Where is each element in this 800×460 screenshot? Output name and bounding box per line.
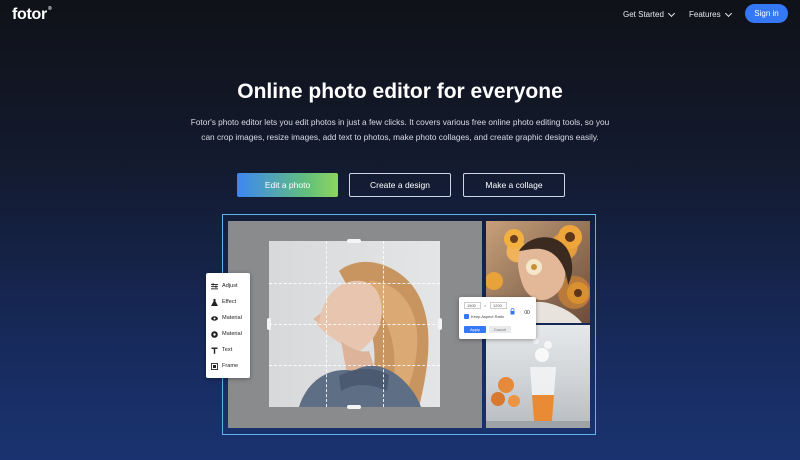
make-collage-button[interactable]: Make a collage	[463, 173, 565, 197]
grid-line	[269, 283, 440, 284]
tool-frame[interactable]: Frame	[211, 360, 238, 372]
drink-photo	[486, 325, 590, 428]
tool-label: Text	[222, 347, 233, 353]
tool-label: Frame	[222, 363, 239, 369]
tool-text[interactable]: Text	[211, 344, 232, 356]
lock-icon[interactable]	[510, 302, 515, 315]
grid-line	[269, 365, 440, 366]
width-input[interactable]: 1500	[464, 302, 481, 309]
tool-label: Adjust	[222, 283, 238, 289]
hero-subtitle: Fotor's photo editor lets you edit photo…	[190, 117, 610, 142]
drink-illustration	[486, 338, 590, 428]
times-separator: ×	[484, 303, 487, 308]
crop-handle-bottom[interactable]	[347, 405, 361, 409]
tool-label: Material	[222, 315, 242, 321]
chevron-down-icon	[724, 9, 732, 17]
height-input[interactable]: 1200	[490, 302, 507, 309]
tool-label: Material	[222, 331, 242, 337]
sliders-icon	[211, 282, 218, 290]
apply-button[interactable]: Apply	[464, 326, 486, 333]
nav-get-started[interactable]: Get Started	[623, 9, 675, 19]
circle-icon	[211, 330, 218, 338]
frame-icon	[211, 362, 218, 370]
cancel-button[interactable]: Cancel	[489, 326, 511, 333]
tool-effect[interactable]: Effect	[211, 296, 236, 308]
nav-features-label: Features	[689, 10, 721, 19]
tool-adjust[interactable]: Adjust	[211, 280, 238, 292]
chevron-down-icon	[667, 9, 675, 17]
tool-material-eye[interactable]: Material	[211, 312, 242, 324]
page-title: Online photo editor for everyone	[237, 80, 563, 103]
keep-ratio-label: Keep Aspect Ratio	[471, 314, 504, 319]
edit-photo-button[interactable]: Edit a photo	[237, 173, 338, 197]
create-design-button[interactable]: Create a design	[349, 173, 451, 197]
sign-in-button[interactable]: Sign in	[745, 4, 788, 23]
text-icon	[211, 347, 218, 354]
keep-ratio-checkbox[interactable]	[464, 314, 469, 319]
tool-label: Effect	[222, 299, 237, 305]
crop-area[interactable]	[269, 241, 440, 407]
fotor-logo[interactable]: fotor®	[12, 6, 52, 24]
flask-icon	[211, 298, 218, 306]
tool-material-circle[interactable]: Material	[211, 328, 242, 340]
tool-panel: Adjust Effect Material Material Text Fra…	[206, 273, 250, 378]
crop-handle-top[interactable]	[347, 239, 361, 243]
link-icon[interactable]	[524, 302, 530, 314]
resize-popup: 1500 × 1200 Keep Aspect Ratio Apply Canc…	[459, 297, 536, 339]
crop-handle-left[interactable]	[267, 318, 271, 330]
eye-icon	[211, 315, 218, 322]
crop-handle-right[interactable]	[438, 318, 442, 330]
nav-features[interactable]: Features	[689, 9, 732, 19]
nav-get-started-label: Get Started	[623, 10, 664, 19]
grid-line	[269, 324, 440, 325]
top-nav: fotor® Get Started Features Sign in	[0, 0, 800, 30]
